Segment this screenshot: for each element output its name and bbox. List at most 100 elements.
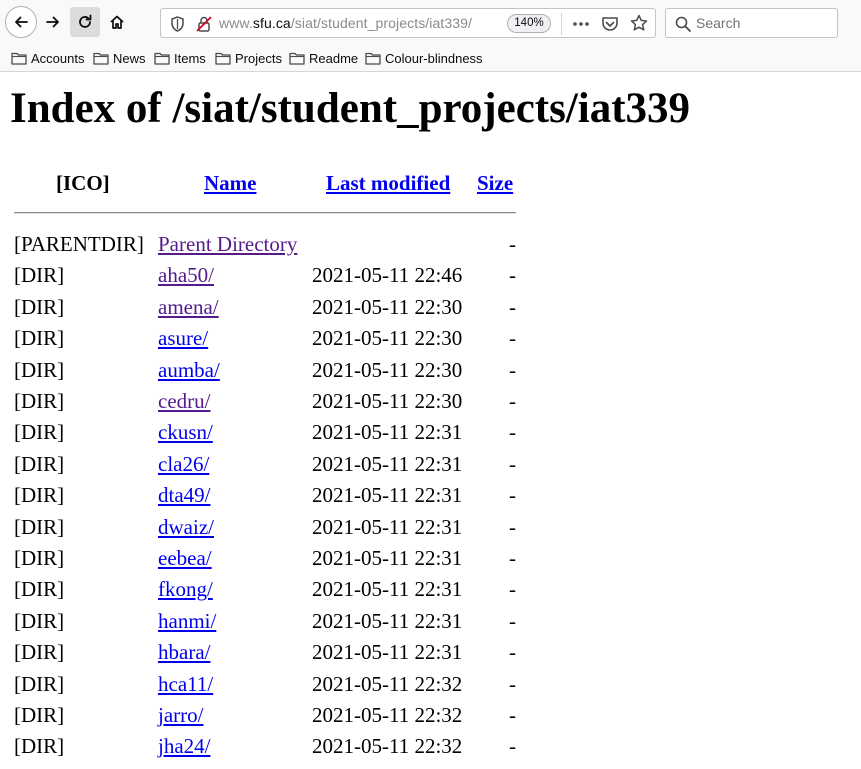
- bookmark-folder-colour-blindness[interactable]: Colour-blindness: [365, 49, 483, 67]
- row-last-modified: 2021-05-11 22:31: [312, 640, 463, 665]
- table-row: [DIR] dwaiz/2021-05-11 22:31 -: [0, 513, 861, 545]
- folder-icon: [215, 52, 231, 65]
- row-icon-alt-text: [DIR]: [14, 451, 65, 476]
- bookmark-label: Colour-blindness: [385, 50, 483, 66]
- row-size: -: [509, 357, 516, 382]
- folder-icon: [11, 52, 27, 65]
- search-bar[interactable]: [665, 8, 838, 38]
- row-icon-alt-text: [DIR]: [14, 483, 65, 508]
- folder-icon: [365, 52, 381, 65]
- forward-arrow-icon: [46, 16, 59, 28]
- reload-button[interactable]: [70, 7, 100, 37]
- row-name-cell: fkong/: [158, 575, 213, 603]
- sort-by-name-link[interactable]: Name: [204, 171, 256, 195]
- row-size: -: [509, 514, 516, 539]
- bookmark-label: Items: [174, 50, 206, 66]
- bookmark-folder-accounts[interactable]: Accounts: [11, 49, 84, 67]
- row-name-cell: dta49/: [158, 481, 211, 509]
- row-icon-alt-text: [DIR]: [14, 389, 65, 413]
- row-name-cell: hbara/: [158, 638, 210, 666]
- directory-link[interactable]: jha24/: [158, 734, 211, 758]
- row-size: -: [509, 734, 516, 759]
- table-row: [DIR] ckusn/2021-05-11 22:31 -: [0, 418, 861, 450]
- row-size: -: [509, 294, 516, 319]
- reload-icon: [79, 14, 92, 28]
- directory-link[interactable]: aumba/: [158, 358, 220, 382]
- parent-directory-link[interactable]: Parent Directory: [158, 232, 297, 256]
- url-prefix: www.: [219, 15, 253, 31]
- table-row: [DIR] jha24/2021-05-11 22:32 -: [0, 732, 861, 764]
- search-input[interactable]: [696, 13, 831, 33]
- row-last-modified: 2021-05-11 22:30: [312, 294, 463, 319]
- directory-link[interactable]: asure/: [158, 326, 208, 350]
- bookmark-folder-items[interactable]: Items: [154, 49, 206, 67]
- row-icon-alt-text: [DIR]: [14, 640, 65, 665]
- sort-by-size-link[interactable]: Size: [477, 171, 513, 195]
- pocket-icon[interactable]: [601, 15, 619, 33]
- browser-toolbar: www.sfu.ca/siat/student_projects/iat339/…: [0, 0, 861, 44]
- directory-link[interactable]: jarro/: [158, 703, 203, 727]
- row-last-modified: 2021-05-11 22:31: [312, 420, 463, 445]
- row-last-modified: 2021-05-11 22:32: [312, 734, 463, 759]
- row-size: -: [509, 263, 516, 288]
- header-icon: [ICO]: [56, 171, 110, 195]
- directory-link[interactable]: dwaiz/: [158, 515, 214, 539]
- row-last-modified: 2021-05-11 22:31: [312, 451, 463, 476]
- row-name-cell: aumba/: [158, 356, 220, 384]
- row-name-cell: hanmi/: [158, 607, 216, 635]
- bookmark-star-icon[interactable]: [630, 14, 648, 32]
- url-text[interactable]: www.sfu.ca/siat/student_projects/iat339/: [219, 15, 472, 31]
- header-name: Name: [204, 169, 256, 197]
- row-icon-alt-text: [DIR]: [14, 703, 65, 727]
- directory-link[interactable]: dta49/: [158, 483, 211, 507]
- bookmark-folder-readme[interactable]: Readme: [289, 49, 358, 67]
- url-path: /siat/student_projects/iat339/: [290, 15, 473, 31]
- bookmark-folder-news[interactable]: News: [93, 49, 146, 67]
- row-name-cell: jarro/: [158, 701, 203, 729]
- bookmark-folder-projects[interactable]: Projects: [215, 49, 282, 67]
- row-name-cell: aha50/: [158, 261, 214, 289]
- row-last-modified: 2021-05-11 22:31: [312, 577, 463, 602]
- page-actions-more-icon[interactable]: [572, 17, 590, 31]
- row-icon-alt-text: [DIR]: [14, 420, 65, 445]
- directory-link[interactable]: ckusn/: [158, 420, 213, 444]
- directory-link[interactable]: hca11/: [158, 672, 213, 696]
- row-last-modified: 2021-05-11 22:32: [312, 703, 463, 727]
- row-icon-alt-text: [DIR]: [14, 294, 65, 319]
- header-last-modified: Last modified: [326, 169, 450, 197]
- directory-link[interactable]: hbara/: [158, 640, 210, 664]
- directory-link[interactable]: eebea/: [158, 546, 212, 570]
- table-row: [DIR] cla26/2021-05-11 22:31 -: [0, 450, 861, 482]
- row-icon-alt-text: [DIR]: [14, 577, 65, 602]
- back-button[interactable]: [5, 6, 37, 38]
- row-size: -: [509, 577, 516, 602]
- table-row: [DIR] hbara/2021-05-11 22:31 -: [0, 638, 861, 670]
- table-row: [DIR] hanmi/2021-05-11 22:31 -: [0, 607, 861, 639]
- tracking-protection-shield-icon[interactable]: [170, 16, 185, 32]
- row-last-modified: 2021-05-11 22:30: [312, 357, 463, 382]
- table-row: [DIR] asure/2021-05-11 22:30 -: [0, 324, 861, 356]
- row-name-cell: cla26/: [158, 450, 209, 478]
- row-last-modified: 2021-05-11 22:46: [312, 263, 463, 288]
- row-size: -: [509, 389, 516, 413]
- directory-link[interactable]: fkong/: [158, 577, 213, 601]
- insecure-lock-icon[interactable]: [196, 15, 212, 33]
- row-last-modified: 2021-05-11 22:32: [312, 671, 463, 696]
- directory-link[interactable]: hanmi/: [158, 609, 216, 633]
- directory-link[interactable]: amena/: [158, 295, 219, 319]
- row-icon-alt-text: [DIR]: [14, 734, 65, 759]
- row-size: -: [509, 640, 516, 665]
- directory-link[interactable]: cla26/: [158, 452, 209, 476]
- directory-link[interactable]: aha50/: [158, 263, 214, 287]
- row-size: -: [509, 232, 516, 256]
- row-name-cell: dwaiz/: [158, 513, 214, 541]
- zoom-level-badge[interactable]: 140%: [507, 14, 551, 33]
- forward-button[interactable]: [38, 7, 68, 37]
- directory-link[interactable]: cedru/: [158, 389, 210, 413]
- sort-by-last-modified-link[interactable]: Last modified: [326, 171, 450, 195]
- row-size: -: [509, 420, 516, 445]
- address-bar[interactable]: www.sfu.ca/siat/student_projects/iat339/…: [160, 8, 656, 38]
- row-name-cell: ckusn/: [158, 418, 213, 446]
- home-button[interactable]: [102, 7, 132, 37]
- table-row: [DIR] aha50/2021-05-11 22:46 -: [0, 261, 861, 293]
